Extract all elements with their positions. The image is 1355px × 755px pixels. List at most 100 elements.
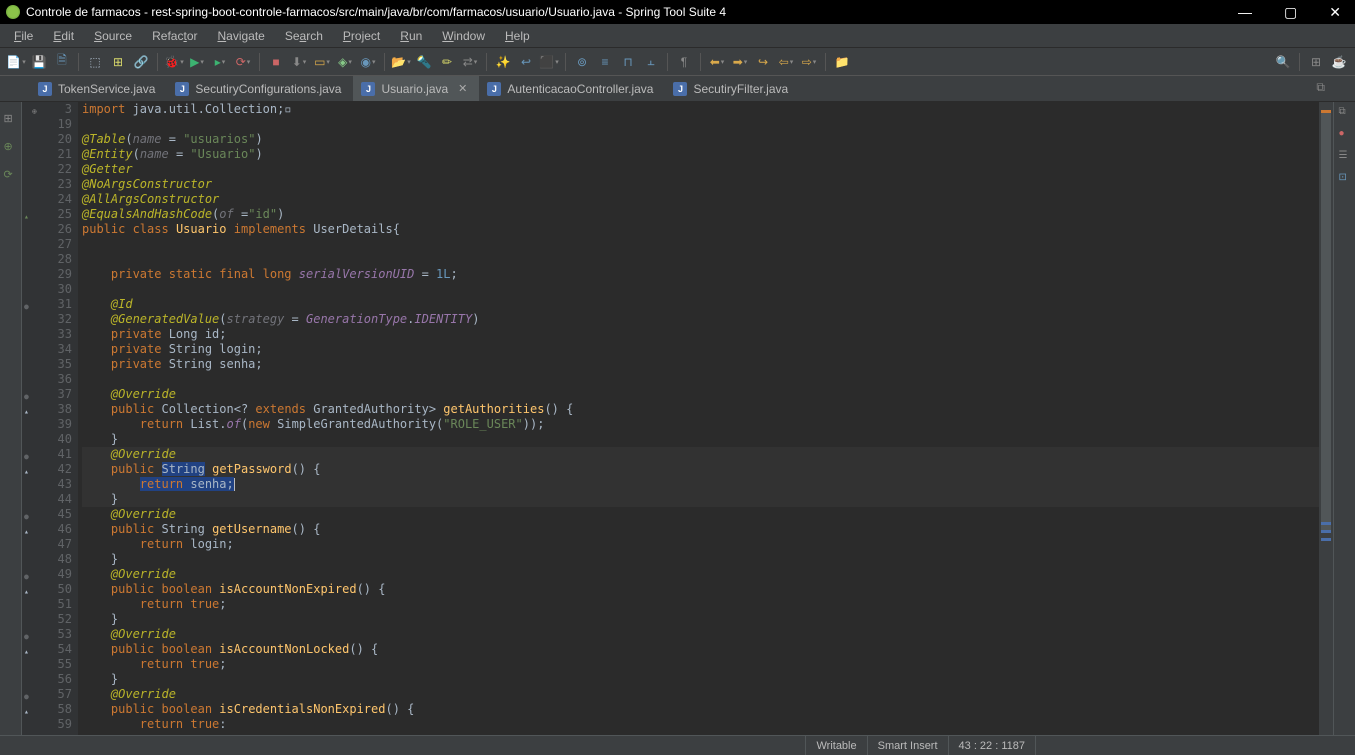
toggle-button[interactable]: ⇄ bbox=[460, 52, 480, 72]
tab-tokenservice[interactable]: J TokenService.java bbox=[30, 76, 167, 101]
gutter-line[interactable]: 19 bbox=[22, 117, 72, 132]
code-line[interactable]: return true; bbox=[82, 657, 1319, 672]
forward-history-button[interactable]: ⇨ bbox=[799, 52, 819, 72]
step-button[interactable]: ⊓ bbox=[618, 52, 638, 72]
menu-search[interactable]: Search bbox=[275, 26, 333, 46]
tab-securityfilter[interactable]: J SecutiryFilter.java bbox=[665, 76, 800, 101]
relaunch-button[interactable]: ⬇ bbox=[289, 52, 309, 72]
gutter-line[interactable]: ▴46 bbox=[22, 522, 72, 537]
tab-autenticacaocontroller[interactable]: J AutenticacaoController.java bbox=[479, 76, 665, 101]
code-line[interactable]: public boolean isAccountNonExpired() { bbox=[82, 582, 1319, 597]
run-last-button[interactable]: ⟳ bbox=[233, 52, 253, 72]
gutter-line[interactable]: 22 bbox=[22, 162, 72, 177]
editor[interactable]: ⊕3192021222324▴252627282930●313233343536… bbox=[22, 102, 1333, 735]
gutter-line[interactable]: 44 bbox=[22, 492, 72, 507]
gutter-line[interactable]: ●53 bbox=[22, 627, 72, 642]
gutter-line[interactable]: 52 bbox=[22, 612, 72, 627]
menu-help[interactable]: Help bbox=[495, 26, 540, 46]
menu-window[interactable]: Window bbox=[432, 26, 495, 46]
restore-icon[interactable]: ⧉ bbox=[1316, 80, 1325, 95]
wand-button[interactable]: ✨ bbox=[493, 52, 513, 72]
back-history-button[interactable]: ⇦ bbox=[776, 52, 796, 72]
gutter-line[interactable]: ●57 bbox=[22, 687, 72, 702]
boot-dash-icon[interactable]: ⟳ bbox=[4, 168, 18, 182]
gutter-line[interactable]: ●45 bbox=[22, 507, 72, 522]
code-line[interactable]: @Override bbox=[82, 507, 1319, 522]
code-line[interactable]: @Override bbox=[82, 687, 1319, 702]
code-line[interactable]: @Table(name = "usuarios") bbox=[82, 132, 1319, 147]
tab-usuario[interactable]: J Usuario.java ✕ bbox=[353, 76, 479, 101]
gutter-line[interactable]: 28 bbox=[22, 252, 72, 267]
code-area[interactable]: import java.util.Collection;▫ @Table(name… bbox=[78, 102, 1319, 735]
gutter-line[interactable]: ⊕3 bbox=[22, 102, 72, 117]
gutter-line[interactable]: 33 bbox=[22, 327, 72, 342]
gutter-line[interactable]: 21 bbox=[22, 147, 72, 162]
gutter-line[interactable]: ▴58 bbox=[22, 702, 72, 717]
gutter-line[interactable]: 43 bbox=[22, 477, 72, 492]
gutter-line[interactable]: 29 bbox=[22, 267, 72, 282]
code-line[interactable]: @AllArgsConstructor bbox=[82, 192, 1319, 207]
gutter-line[interactable]: 23 bbox=[22, 177, 72, 192]
code-line[interactable]: return true: bbox=[82, 717, 1319, 732]
menu-edit[interactable]: Edit bbox=[43, 26, 84, 46]
code-line[interactable]: @Entity(name = "Usuario") bbox=[82, 147, 1319, 162]
code-line[interactable]: @Id bbox=[82, 297, 1319, 312]
gutter-line[interactable]: 32 bbox=[22, 312, 72, 327]
code-line[interactable]: @GeneratedValue(strategy = GenerationTyp… bbox=[82, 312, 1319, 327]
line-gutter[interactable]: ⊕3192021222324▴252627282930●313233343536… bbox=[22, 102, 78, 735]
open-perspective-button[interactable]: ⊞ bbox=[1306, 52, 1326, 72]
gutter-line[interactable]: 24 bbox=[22, 192, 72, 207]
code-line[interactable]: } bbox=[82, 672, 1319, 687]
new-java-button[interactable]: ▭ bbox=[312, 52, 332, 72]
code-line[interactable]: @NoArgsConstructor bbox=[82, 177, 1319, 192]
highlight-button[interactable]: ✏ bbox=[437, 52, 457, 72]
gutter-line[interactable]: ▴42 bbox=[22, 462, 72, 477]
coverage-button[interactable]: ▸ bbox=[210, 52, 230, 72]
new-class-button[interactable]: ◉ bbox=[358, 52, 378, 72]
open-task-button[interactable]: 📂 bbox=[391, 52, 411, 72]
status-insert-mode[interactable]: Smart Insert bbox=[867, 736, 948, 755]
gutter-line[interactable]: 34 bbox=[22, 342, 72, 357]
gutter-line[interactable]: 56 bbox=[22, 672, 72, 687]
code-line[interactable] bbox=[82, 117, 1319, 132]
breakpoint-button[interactable]: ⊚ bbox=[572, 52, 592, 72]
menu-source[interactable]: Source bbox=[84, 26, 142, 46]
code-line[interactable]: private String senha; bbox=[82, 357, 1319, 372]
code-line[interactable]: public String getPassword() { bbox=[82, 462, 1319, 477]
gutter-line[interactable]: 51 bbox=[22, 597, 72, 612]
minimize-button[interactable]: — bbox=[1230, 4, 1260, 21]
debug-button[interactable]: 🐞 bbox=[164, 52, 184, 72]
rewrite-button[interactable]: ↩ bbox=[516, 52, 536, 72]
status-cursor-position[interactable]: 43 : 22 : 1187 bbox=[948, 736, 1035, 755]
perspective-button[interactable]: 📁 bbox=[832, 52, 852, 72]
save-button[interactable]: 💾 bbox=[29, 52, 49, 72]
code-line[interactable]: @Override bbox=[82, 387, 1319, 402]
tab-securityconfigurations[interactable]: J SecutiryConfigurations.java bbox=[167, 76, 353, 101]
forward-nav-button[interactable]: ➡ bbox=[730, 52, 750, 72]
scrollbar-thumb[interactable] bbox=[1321, 112, 1331, 532]
gutter-line[interactable]: ▴54 bbox=[22, 642, 72, 657]
menu-file[interactable]: File bbox=[4, 26, 43, 46]
code-line[interactable]: } bbox=[82, 552, 1319, 567]
code-line[interactable] bbox=[82, 282, 1319, 297]
gutter-line[interactable]: ●31 bbox=[22, 297, 72, 312]
code-line[interactable] bbox=[82, 372, 1319, 387]
code-line[interactable]: @Override bbox=[82, 567, 1319, 582]
gutter-line[interactable]: 20 bbox=[22, 132, 72, 147]
close-button[interactable]: ✕ bbox=[1321, 4, 1349, 21]
code-line[interactable]: return login; bbox=[82, 537, 1319, 552]
pin-button[interactable]: ⬛ bbox=[539, 52, 559, 72]
code-line[interactable]: private static final long serialVersionU… bbox=[82, 267, 1319, 282]
tasks-icon[interactable]: ☰ bbox=[1339, 150, 1351, 162]
menu-refactor[interactable]: Refactor bbox=[142, 26, 207, 46]
gutter-line[interactable]: 55 bbox=[22, 657, 72, 672]
code-line[interactable]: private Long id; bbox=[82, 327, 1319, 342]
gutter-line[interactable]: 59 bbox=[22, 717, 72, 732]
code-line[interactable]: } bbox=[82, 432, 1319, 447]
last-edit-button[interactable]: ↪ bbox=[753, 52, 773, 72]
code-line[interactable]: @Override bbox=[82, 627, 1319, 642]
gutter-line[interactable]: 39 bbox=[22, 417, 72, 432]
code-line[interactable]: import java.util.Collection;▫ bbox=[82, 102, 1319, 117]
overview-ruler[interactable] bbox=[1319, 102, 1333, 735]
gutter-line[interactable]: ▴25 bbox=[22, 207, 72, 222]
